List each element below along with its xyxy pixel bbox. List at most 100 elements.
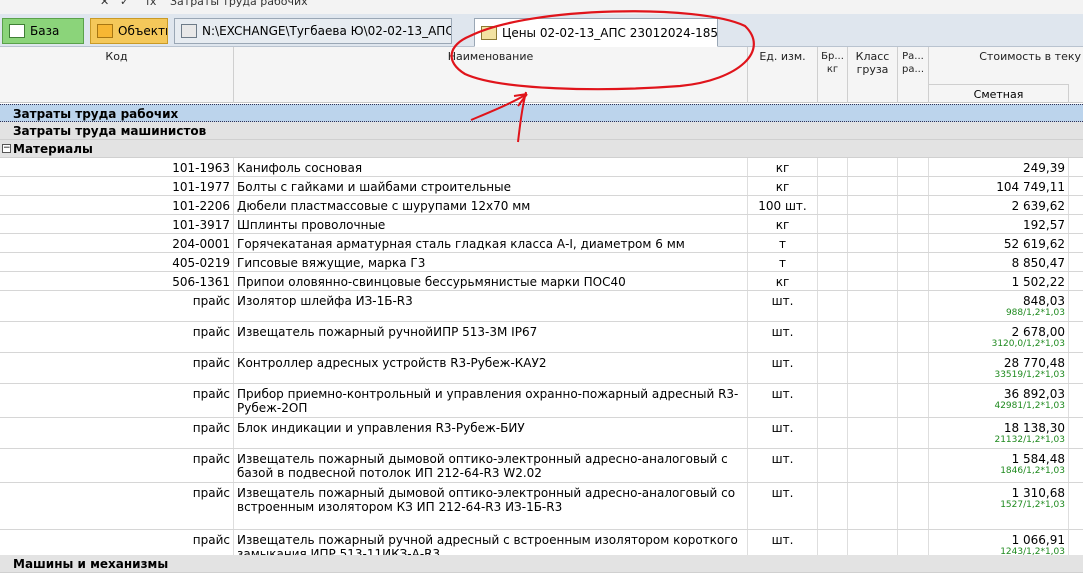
cell-edge[interactable] <box>1069 272 1083 290</box>
cell-name[interactable]: Горячекатаная арматурная сталь гладкая к… <box>234 234 748 252</box>
table-row[interactable]: прайс Изолятор шлейфа ИЗ-1Б-R3 шт. 848,03 98… <box>0 291 1083 322</box>
tab-estimate-file[interactable]: N:\EXCHANGE\Тугбаева Ю\02-02-13_АПС.gsfx <box>174 18 452 44</box>
cell-brutto[interactable] <box>818 253 848 271</box>
cell-cost[interactable]: 52 619,62 <box>929 234 1069 252</box>
cell-brutto[interactable] <box>818 418 848 448</box>
table-row[interactable]: 204-0001 Горячекатаная арматурная сталь г… <box>0 234 1083 253</box>
cell-name[interactable]: Канифоль сосновая <box>234 158 748 176</box>
cell-name[interactable]: Прибор приемно-контрольный и управления … <box>234 384 748 417</box>
cell-edge[interactable] <box>1069 384 1083 417</box>
cell-cargo-class[interactable] <box>848 418 898 448</box>
cell-cost[interactable]: 249,39 <box>929 158 1069 176</box>
cell-edge[interactable] <box>1069 158 1083 176</box>
cell-code[interactable]: 101-3917 <box>0 215 234 233</box>
cell-cargo-class[interactable] <box>848 158 898 176</box>
cell-edge[interactable] <box>1069 483 1083 529</box>
cell-cargo-class[interactable] <box>848 177 898 195</box>
cell-cargo-class[interactable] <box>848 483 898 529</box>
cell-cargo-class[interactable] <box>848 272 898 290</box>
cell-name[interactable]: Дюбели пластмассовые с шурупами 12х70 мм <box>234 196 748 214</box>
cell-name[interactable]: Изолятор шлейфа ИЗ-1Б-R3 <box>234 291 748 321</box>
table-row[interactable]: прайс Извещатель пожарный ручнойИПР 513-3… <box>0 322 1083 353</box>
cell-unit[interactable]: шт. <box>748 449 818 482</box>
cell-cost[interactable]: 8 850,47 <box>929 253 1069 271</box>
cell-name[interactable]: Блок индикации и управления R3-Рубеж-БИУ <box>234 418 748 448</box>
tab-prices[interactable]: Цены 02-02-13_АПС 23012024-1857 × <box>474 18 718 47</box>
cell-code[interactable]: прайс <box>0 449 234 482</box>
cell-brutto[interactable] <box>818 272 848 290</box>
cell-cargo-class[interactable] <box>848 384 898 417</box>
cell-unit[interactable]: шт. <box>748 291 818 321</box>
tab-objects[interactable]: Объекты <box>90 18 168 44</box>
cell-ra[interactable] <box>898 234 929 252</box>
table-row[interactable]: прайс Блок индикации и управления R3-Рубе… <box>0 418 1083 449</box>
cell-brutto[interactable] <box>818 483 848 529</box>
cell-cargo-class[interactable] <box>848 215 898 233</box>
cell-code[interactable]: прайс <box>0 353 234 383</box>
cell-ra[interactable] <box>898 384 929 417</box>
cell-code[interactable]: прайс <box>0 418 234 448</box>
table-row[interactable]: 101-1977 Болты с гайками и шайбами строит… <box>0 177 1083 196</box>
cell-cost[interactable]: 192,57 <box>929 215 1069 233</box>
cell-ra[interactable] <box>898 418 929 448</box>
column-header-brutto[interactable]: Бр... кг <box>818 47 848 103</box>
cell-code[interactable]: 101-1977 <box>0 177 234 195</box>
cell-ra[interactable] <box>898 272 929 290</box>
group-materials[interactable]: − Материалы <box>0 140 1083 158</box>
cell-ra[interactable] <box>898 449 929 482</box>
function-icon[interactable]: fx <box>146 0 156 8</box>
check-icon[interactable]: ✓ <box>120 0 129 8</box>
column-header-name[interactable]: Наименование <box>234 47 748 103</box>
cell-cost[interactable]: 1 310,68 1527/1,2*1,03 <box>929 483 1069 529</box>
cell-edge[interactable] <box>1069 449 1083 482</box>
cell-name[interactable]: Извещатель пожарный ручнойИПР 513-3М IP6… <box>234 322 748 352</box>
cell-edge[interactable] <box>1069 196 1083 214</box>
cell-name[interactable]: Болты с гайками и шайбами строительные <box>234 177 748 195</box>
cell-brutto[interactable] <box>818 234 848 252</box>
cell-ra[interactable] <box>898 253 929 271</box>
formula-bar-text[interactable]: Затраты труда рабочих <box>170 0 308 8</box>
cell-edge[interactable] <box>1069 322 1083 352</box>
group-labor-machinists[interactable]: Затраты труда машинистов <box>0 122 1083 140</box>
cell-cost[interactable]: 1 584,48 1846/1,2*1,03 <box>929 449 1069 482</box>
cell-cargo-class[interactable] <box>848 322 898 352</box>
column-header-cost[interactable]: Стоимость в теку <box>929 47 1083 84</box>
cell-unit[interactable]: т <box>748 253 818 271</box>
column-header-code[interactable]: Код <box>0 47 234 103</box>
column-header-cargo-class[interactable]: Класс груза <box>848 47 898 103</box>
cell-brutto[interactable] <box>818 449 848 482</box>
cell-unit[interactable]: шт. <box>748 353 818 383</box>
cell-code[interactable]: 101-2206 <box>0 196 234 214</box>
cell-code[interactable]: 204-0001 <box>0 234 234 252</box>
cell-unit[interactable]: кг <box>748 158 818 176</box>
cell-cost[interactable]: 28 770,48 33519/1,2*1,03 <box>929 353 1069 383</box>
cell-cost[interactable]: 18 138,30 21132/1,2*1,03 <box>929 418 1069 448</box>
cell-edge[interactable] <box>1069 234 1083 252</box>
cell-cost[interactable]: 104 749,11 <box>929 177 1069 195</box>
cell-code[interactable]: прайс <box>0 483 234 529</box>
cell-code[interactable]: 405-0219 <box>0 253 234 271</box>
cell-brutto[interactable] <box>818 353 848 383</box>
tab-base[interactable]: База <box>2 18 84 44</box>
column-header-unit[interactable]: Ед. изм. <box>748 47 818 103</box>
cell-code[interactable]: прайс <box>0 291 234 321</box>
cell-name[interactable]: Контроллер адресных устройств R3-Рубеж-К… <box>234 353 748 383</box>
cell-ra[interactable] <box>898 215 929 233</box>
cell-unit[interactable]: кг <box>748 272 818 290</box>
column-header-ra[interactable]: Ра... ра... <box>898 47 929 103</box>
cell-name[interactable]: Шплинты проволочные <box>234 215 748 233</box>
table-row[interactable]: прайс Извещатель пожарный дымовой оптико-… <box>0 483 1083 530</box>
cell-name[interactable]: Извещатель пожарный дымовой оптико-элект… <box>234 483 748 529</box>
cell-ra[interactable] <box>898 353 929 383</box>
cell-unit[interactable]: кг <box>748 177 818 195</box>
table-row[interactable]: 101-2206 Дюбели пластмассовые с шурупами … <box>0 196 1083 215</box>
cell-brutto[interactable] <box>818 322 848 352</box>
cell-ra[interactable] <box>898 158 929 176</box>
cell-edge[interactable] <box>1069 353 1083 383</box>
cell-brutto[interactable] <box>818 196 848 214</box>
cell-brutto[interactable] <box>818 291 848 321</box>
cell-code[interactable]: 506-1361 <box>0 272 234 290</box>
cell-ra[interactable] <box>898 196 929 214</box>
cell-edge[interactable] <box>1069 253 1083 271</box>
table-row[interactable]: прайс Прибор приемно-контрольный и управл… <box>0 384 1083 418</box>
